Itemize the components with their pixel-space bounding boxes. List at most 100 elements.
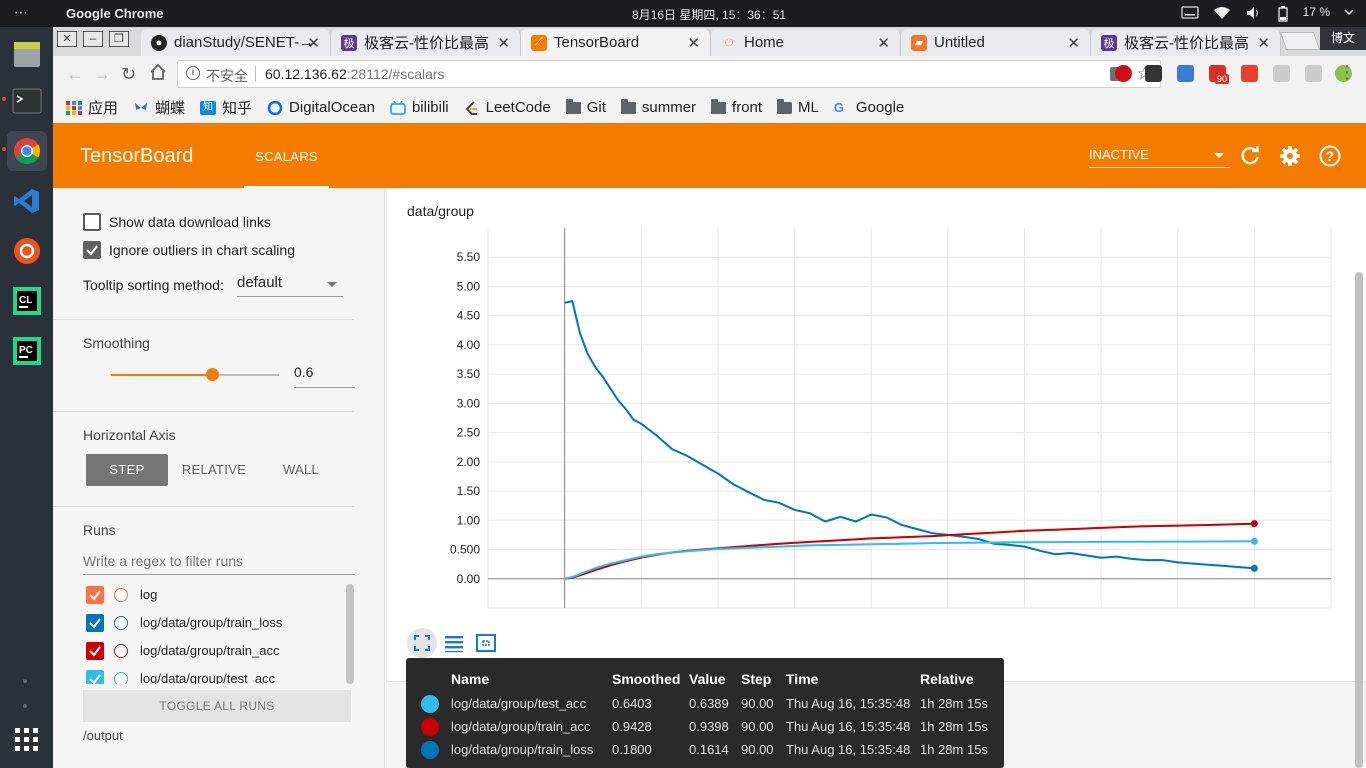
vscode-icon[interactable] (7, 181, 47, 221)
bookmark-folder-git[interactable]: Git (565, 98, 606, 116)
axis-relative-button[interactable]: RELATIVE (175, 454, 253, 486)
terminal-icon[interactable] (7, 81, 47, 121)
run-item[interactable]: log/data/group/train_loss (86, 614, 336, 634)
clion-icon[interactable]: CL (7, 281, 47, 321)
forward-icon[interactable]: → (93, 64, 111, 85)
run-checkbox[interactable] (86, 586, 104, 604)
smoothing-slider[interactable] (111, 368, 279, 381)
toggle-all-runs-button[interactable]: TOGGLE ALL RUNS (83, 690, 351, 722)
close-icon[interactable]: ✕ (1067, 34, 1080, 52)
select-domain-button[interactable] (471, 628, 501, 658)
run-item[interactable]: log/data/group/train_acc (86, 642, 336, 662)
url-text[interactable]: 60.12.136.62:28112/#scalars (265, 66, 445, 82)
tab-jikeyun[interactable]: 极 极客云-性价比最高 ✕ (331, 29, 521, 56)
minimize-window-button[interactable]: – (83, 31, 103, 47)
close-window-button[interactable]: ✕ (57, 31, 77, 47)
run-label[interactable]: log/data/group/train_acc (140, 643, 279, 658)
bookmark-google[interactable]: G Google (834, 99, 904, 116)
run-item[interactable]: log/data/group/test_acc (86, 670, 336, 684)
show-applications-icon[interactable] (7, 720, 47, 760)
toggle-y-log-button[interactable] (439, 628, 469, 658)
smoothing-slider-knob[interactable] (205, 368, 219, 381)
security-status[interactable]: 不安全 (206, 66, 248, 86)
active-app-name[interactable]: Google Chrome (66, 6, 164, 21)
ignore-outliers-checkbox[interactable] (83, 241, 101, 259)
info-icon[interactable]: i (186, 66, 200, 80)
maximize-window-button[interactable]: ❐ (109, 31, 129, 47)
reload-icon[interactable]: ↻ (121, 64, 136, 85)
smoothing-input[interactable]: 0.6 (294, 364, 355, 388)
tab-untitled[interactable]: ▰ Untitled ✕ (901, 29, 1091, 56)
keyboard-icon[interactable] (1180, 5, 1199, 19)
back-icon[interactable]: ← (66, 64, 84, 85)
fit-domain-button[interactable] (407, 628, 437, 658)
extension-icon[interactable] (1145, 65, 1162, 82)
chrome-menu-icon[interactable]: ⋮ (1338, 62, 1356, 83)
settings-gear-icon[interactable] (1279, 145, 1301, 167)
run-color-radio[interactable] (114, 644, 128, 658)
tab-jupyter-home[interactable]: ◌ Home ✕ (711, 29, 901, 56)
run-checkbox[interactable] (86, 642, 104, 660)
close-icon[interactable]: ✕ (497, 34, 510, 52)
show-download-links-checkbox[interactable] (83, 213, 101, 231)
tooltip-sorting-select[interactable]: default (237, 274, 343, 297)
close-icon[interactable]: ✕ (877, 34, 890, 52)
scalar-chart[interactable]: 0.00 0.500 1.00 1.50 2.00 2.50 3.00 3.50 4.00 4.5… (387, 188, 1366, 682)
run-color-radio[interactable] (114, 588, 128, 602)
help-icon[interactable]: ? (1319, 145, 1341, 167)
run-checkbox[interactable] (86, 614, 104, 632)
extension-icon[interactable] (1177, 65, 1194, 82)
ubuntu-software-icon[interactable] (7, 231, 47, 271)
extension-icon[interactable] (1305, 65, 1322, 82)
opera-extension-icon[interactable] (1115, 65, 1132, 82)
axis-wall-button[interactable]: WALL (261, 454, 341, 486)
activities-button[interactable]: ⋯ (14, 4, 29, 21)
refresh-icon[interactable] (1239, 145, 1261, 167)
bookmark-folder-summer[interactable]: summer (620, 98, 696, 116)
wifi-icon[interactable] (1213, 6, 1231, 19)
bookmark-folder-front[interactable]: front (711, 98, 762, 116)
bookmark-apps[interactable]: 应用 (66, 97, 118, 118)
extension-badge-icon[interactable]: 90 (1209, 65, 1230, 84)
power-menu-icon[interactable] (1344, 6, 1354, 19)
show-download-links-label[interactable]: Show data download links (109, 214, 271, 230)
input-method-indicator[interactable]: 博文 (1320, 27, 1366, 50)
close-icon[interactable]: ✕ (1257, 34, 1270, 52)
extension-icon[interactable] (1273, 65, 1290, 82)
pycharm-icon[interactable]: PC (7, 331, 47, 371)
run-label[interactable]: log (140, 587, 157, 602)
run-label[interactable]: log/data/group/test_acc (140, 671, 275, 684)
extension-icon[interactable] (1241, 65, 1258, 82)
axis-step-button[interactable]: STEP (86, 454, 168, 486)
bookmark-folder-ml[interactable]: ML (777, 98, 819, 116)
bookmark-butterfly[interactable]: 蝴蝶 (133, 97, 185, 118)
tab-github[interactable]: ● dianStudy/SENET-→ ✕ (141, 29, 331, 56)
bookmark-bilibili[interactable]: bilibili (390, 99, 449, 116)
close-icon[interactable]: ✕ (687, 34, 700, 52)
new-tab-button[interactable] (1279, 32, 1321, 50)
battery-icon[interactable] (1277, 5, 1289, 22)
ignore-outliers-label[interactable]: Ignore outliers in chart scaling (109, 242, 295, 258)
bookmark-zhihu[interactable]: 知知乎 (200, 97, 252, 118)
run-label[interactable]: log/data/group/train_loss (140, 615, 282, 630)
tab-tensorboard[interactable]: ⟋ TensorBoard ✕ (521, 29, 711, 56)
address-bar[interactable]: i 不安全 60.12.136.62:28112/#scalars ☆ (177, 60, 1161, 88)
runs-scrollbar[interactable] (346, 584, 354, 684)
bookmark-digitalocean[interactable]: DigitalOcean (267, 99, 375, 116)
files-icon[interactable] (7, 35, 47, 75)
tab-jikeyun-2[interactable]: 极 极客云-性价比最高 ✕ (1091, 29, 1281, 56)
run-color-radio[interactable] (114, 616, 128, 630)
close-icon[interactable]: ✕ (307, 34, 320, 52)
tab-scalars[interactable]: SCALARS (244, 123, 329, 188)
home-icon[interactable] (149, 63, 167, 86)
chrome-icon[interactable] (7, 131, 47, 171)
runs-filter-input[interactable]: Write a regex to filter runs (83, 553, 355, 575)
bookmark-leetcode[interactable]: LeetCode (464, 99, 551, 116)
page-scrollbar[interactable] (1355, 272, 1363, 768)
plugin-selector[interactable]: INACTIVE (1089, 147, 1230, 168)
system-tray[interactable]: 17 % (1180, 5, 1354, 22)
volume-icon[interactable] (1245, 6, 1263, 19)
run-color-radio[interactable] (114, 672, 128, 684)
run-checkbox[interactable] (86, 670, 104, 684)
run-item[interactable]: log (86, 586, 336, 606)
